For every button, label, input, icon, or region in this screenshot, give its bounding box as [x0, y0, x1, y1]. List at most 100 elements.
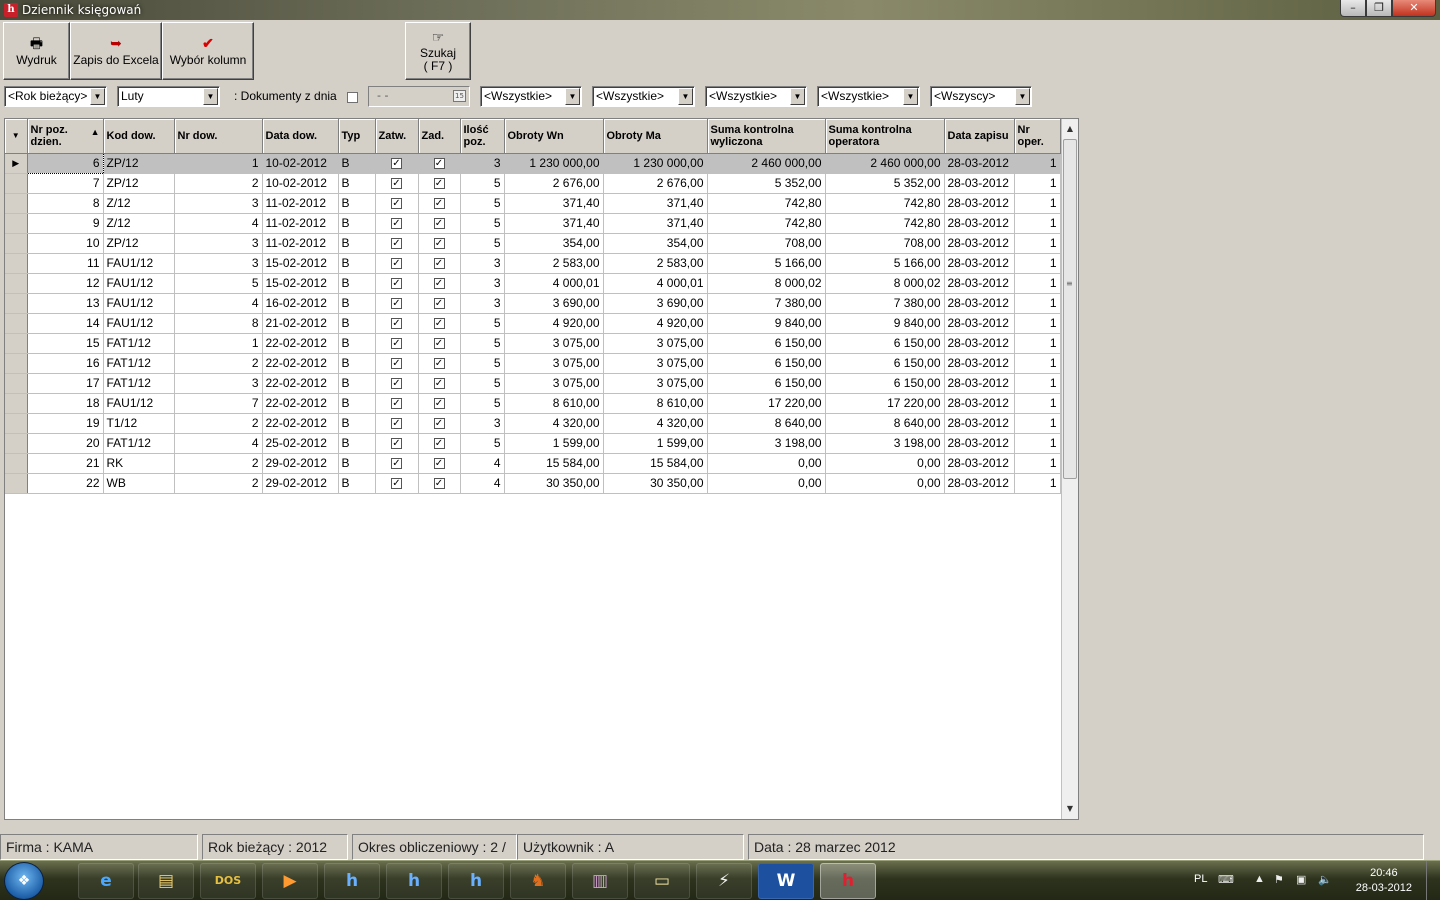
taskbar-helmet[interactable]: ♞ [510, 863, 566, 899]
cell-zad[interactable]: ✓ [418, 353, 461, 374]
col-header-ilosc[interactable]: Ilość poz. [460, 119, 505, 154]
cell-zatw[interactable]: ✓ [375, 213, 419, 234]
zatw-checkbox[interactable]: ✓ [391, 438, 402, 450]
scroll-down-icon[interactable]: ▼ [1062, 801, 1078, 817]
taskbar-card[interactable]: ▭ [634, 863, 690, 899]
row-indicator[interactable] [5, 433, 28, 454]
cell-zatw[interactable]: ✓ [375, 473, 419, 494]
row-indicator[interactable] [5, 473, 28, 494]
taskbar-ie[interactable]: e [78, 863, 134, 899]
table-row[interactable]: 7 ZP/12 2 10-02-2012 B ✓ ✓ 5 2 676,00 2 676,00 5 3… [5, 173, 1061, 194]
cell-zatw[interactable]: ✓ [375, 293, 419, 314]
row-indicator-header[interactable]: ▼ [5, 119, 28, 154]
close-button[interactable]: ✕ [1392, 0, 1436, 17]
col-header-typ[interactable]: Typ [338, 119, 376, 154]
zad-checkbox[interactable]: ✓ [433, 258, 445, 270]
table-row[interactable]: 12 FAU1/12 5 15-02-2012 B ✓ ✓ 3 4 000,01 4 000,01… [5, 273, 1061, 294]
taskbar-media[interactable]: ▶ [262, 863, 318, 899]
cell-zad[interactable]: ✓ [418, 313, 461, 334]
row-indicator[interactable] [5, 213, 28, 234]
date-field[interactable]: - - 15 [368, 86, 470, 107]
cell-zad[interactable]: ✓ [418, 193, 461, 214]
cell-zatw[interactable]: ✓ [375, 453, 419, 474]
cell-zatw[interactable]: ✓ [375, 353, 419, 374]
col-header-data-zapisu[interactable]: Data zapisu [944, 119, 1015, 154]
cell-zatw[interactable]: ✓ [375, 413, 419, 434]
cell-zad[interactable]: ✓ [418, 373, 461, 394]
col-header-suma-wyliczona[interactable]: Suma kontrolna wyliczona [707, 119, 826, 154]
show-hidden-icon[interactable]: ▲ [1254, 873, 1265, 885]
month-select[interactable]: Luty ▼ [117, 86, 220, 107]
cell-zad[interactable]: ✓ [418, 213, 461, 234]
row-indicator[interactable]: ▶ [5, 153, 28, 174]
row-indicator[interactable] [5, 273, 28, 294]
zatw-checkbox[interactable]: ✓ [391, 218, 402, 230]
row-indicator[interactable] [5, 253, 28, 274]
filter-select-4[interactable]: <Wszystkie> ▼ [817, 86, 920, 107]
table-row[interactable]: 13 FAU1/12 4 16-02-2012 B ✓ ✓ 3 3 690,00 3 690,00… [5, 293, 1061, 314]
volume-icon[interactable]: 🔈 [1318, 873, 1332, 886]
table-row[interactable]: 10 ZP/12 3 11-02-2012 B ✓ ✓ 5 354,00 354,00 708,00… [5, 233, 1061, 254]
scroll-up-icon[interactable]: ▲ [1062, 121, 1078, 137]
table-row[interactable]: 16 FAT1/12 2 22-02-2012 B ✓ ✓ 5 3 075,00 3 075,00… [5, 353, 1061, 374]
table-row[interactable]: 19 T1/12 2 22-02-2012 B ✓ ✓ 3 4 320,00 4 320,00 8 … [5, 413, 1061, 434]
cell-zad[interactable]: ✓ [418, 293, 461, 314]
row-indicator[interactable] [5, 453, 28, 474]
chevron-down-icon[interactable]: ▼ [203, 88, 218, 105]
taskbar-app-3[interactable]: h [448, 863, 504, 899]
col-header-nr-dow[interactable]: Nr dow. [174, 119, 263, 154]
zatw-checkbox[interactable]: ✓ [391, 178, 402, 190]
show-desktop-button[interactable] [1426, 861, 1440, 900]
taskbar-word[interactable]: W [758, 863, 814, 899]
row-indicator[interactable] [5, 373, 28, 394]
zad-checkbox[interactable]: ✓ [433, 158, 445, 170]
table-row[interactable]: 14 FAU1/12 8 21-02-2012 B ✓ ✓ 5 4 920,00 4 920,00… [5, 313, 1061, 334]
zatw-checkbox[interactable]: ✓ [391, 258, 402, 270]
zatw-checkbox[interactable]: ✓ [391, 478, 402, 490]
year-select[interactable]: <Rok bieżący> ▼ [4, 86, 107, 107]
scroll-thumb[interactable] [1063, 139, 1077, 479]
zad-checkbox[interactable]: ✓ [433, 458, 445, 470]
col-header-zatw[interactable]: Zatw. [375, 119, 419, 154]
zatw-checkbox[interactable]: ✓ [391, 358, 402, 370]
cell-zad[interactable]: ✓ [418, 173, 461, 194]
print-button[interactable]: 🖶 Wydruk [3, 22, 70, 80]
zatw-checkbox[interactable]: ✓ [391, 198, 402, 210]
zad-checkbox[interactable]: ✓ [433, 338, 445, 350]
zad-checkbox[interactable]: ✓ [433, 318, 445, 330]
col-header-nr-poz[interactable]: ▲ Nr poz. dzien. [27, 119, 104, 154]
docs-from-checkbox[interactable] [347, 92, 358, 103]
cell-zad[interactable]: ✓ [418, 233, 461, 254]
row-indicator[interactable] [5, 333, 28, 354]
zad-checkbox[interactable]: ✓ [433, 478, 445, 490]
cell-zatw[interactable]: ✓ [375, 253, 419, 274]
cell-zatw[interactable]: ✓ [375, 273, 419, 294]
taskbar-tool[interactable]: ⚡ [696, 863, 752, 899]
zatw-checkbox[interactable]: ✓ [391, 398, 402, 410]
table-row[interactable]: 17 FAT1/12 3 22-02-2012 B ✓ ✓ 5 3 075,00 3 075,00… [5, 373, 1061, 394]
taskbar-explorer[interactable]: ▤ [138, 863, 194, 899]
table-row[interactable]: 8 Z/12 3 11-02-2012 B ✓ ✓ 5 371,40 371,40 742,80 74… [5, 193, 1061, 214]
col-header-wn[interactable]: Obroty Wn [504, 119, 604, 154]
zad-checkbox[interactable]: ✓ [433, 378, 445, 390]
col-header-ma[interactable]: Obroty Ma [603, 119, 708, 154]
col-header-zad[interactable]: Zad. [418, 119, 461, 154]
chevron-down-icon[interactable]: ▼ [90, 88, 105, 105]
zatw-checkbox[interactable]: ✓ [391, 458, 402, 470]
calendar-icon[interactable]: 15 [453, 90, 466, 102]
zatw-checkbox[interactable]: ✓ [391, 378, 402, 390]
cell-zatw[interactable]: ✓ [375, 373, 419, 394]
journal-grid[interactable]: ▼ ▲ Nr poz. dzien. Kod dow. Nr dow. Data … [4, 118, 1079, 820]
row-indicator[interactable] [5, 233, 28, 254]
zatw-checkbox[interactable]: ✓ [391, 318, 402, 330]
zatw-checkbox[interactable]: ✓ [391, 338, 402, 350]
zad-checkbox[interactable]: ✓ [433, 418, 445, 430]
table-row[interactable]: 11 FAU1/12 3 15-02-2012 B ✓ ✓ 3 2 583,00 2 583,00… [5, 253, 1061, 274]
cell-zad[interactable]: ✓ [418, 433, 461, 454]
clock[interactable]: 20:46 28-03-2012 [1356, 866, 1412, 896]
zatw-checkbox[interactable]: ✓ [391, 298, 402, 310]
table-row[interactable]: ▶ 6 ZP/12 1 10-02-2012 B ✓ ✓ 3 1 230 000,00 1 230 … [5, 152, 1061, 174]
col-header-kod[interactable]: Kod dow. [103, 119, 175, 154]
row-indicator[interactable] [5, 353, 28, 374]
cell-zatw[interactable]: ✓ [375, 393, 419, 414]
